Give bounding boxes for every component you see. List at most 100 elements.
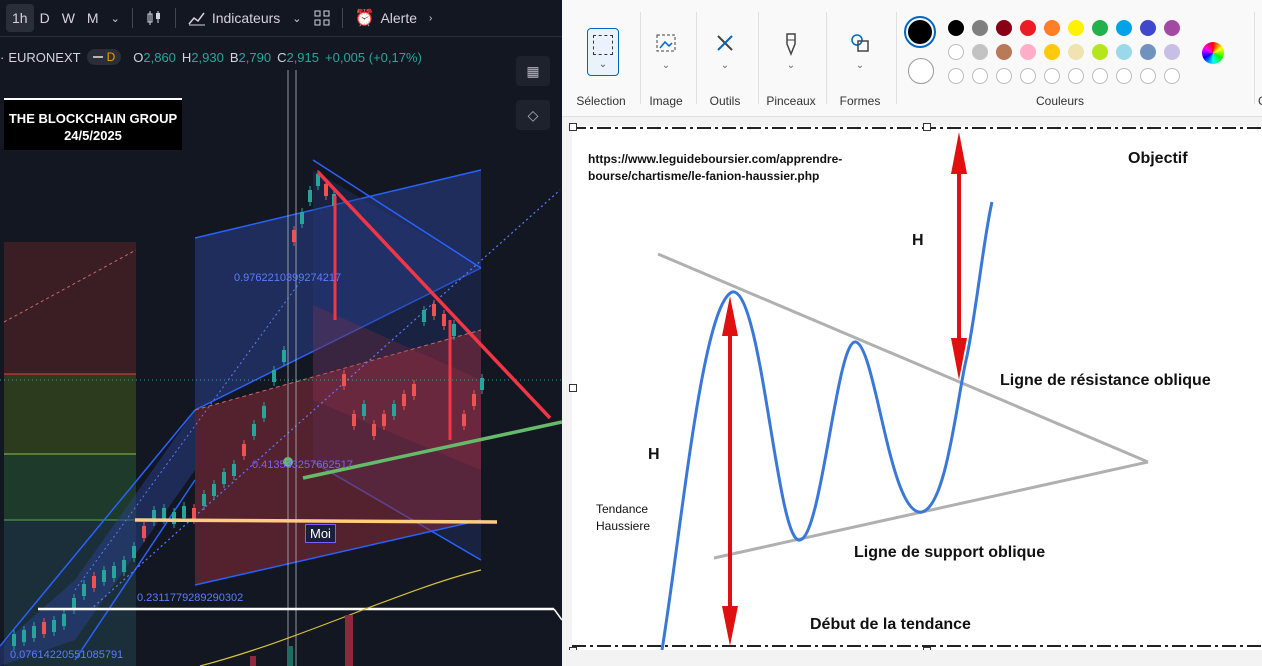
- toolbar-divider: [341, 8, 343, 28]
- object-tree-icon[interactable]: ▦: [516, 56, 550, 86]
- color-swatch[interactable]: [1020, 20, 1036, 36]
- custom-color-slot[interactable]: [972, 68, 988, 84]
- brushes-label: Pinceaux: [766, 94, 816, 108]
- banner-date: 24/5/2025: [64, 128, 122, 143]
- chevron-down-icon[interactable]: ⌄: [286, 4, 307, 32]
- group-brushes[interactable]: ⌄ Pinceaux: [762, 10, 820, 110]
- group-image[interactable]: ⌄ Image: [642, 10, 690, 110]
- color-swatch[interactable]: [1164, 20, 1180, 36]
- brush-icon[interactable]: [781, 32, 801, 62]
- ribbon-more-label: C: [1258, 94, 1262, 108]
- color-swatch[interactable]: [1164, 44, 1180, 60]
- color-swatch[interactable]: [1140, 20, 1156, 36]
- selection-icon[interactable]: ⌄: [587, 28, 619, 76]
- candle-body: [324, 184, 328, 196]
- candle-body: [372, 424, 376, 436]
- candle-body: [252, 424, 256, 436]
- custom-color-slot[interactable]: [1164, 68, 1180, 84]
- resize-handle[interactable]: [569, 123, 577, 131]
- secondary-color[interactable]: [908, 58, 934, 84]
- drawing-tool-icon[interactable]: ◇: [516, 100, 550, 130]
- tradingview-panel: 0.9762210399274217 0.413533257662517 0.2…: [0, 0, 562, 666]
- image-icon[interactable]: [655, 32, 677, 60]
- indicators-button[interactable]: Indicateurs: [182, 4, 286, 32]
- candle-body: [92, 576, 96, 588]
- fib-label-4: 0.07614220551085791: [10, 649, 123, 661]
- fib-zone-green: [4, 454, 136, 520]
- ribbon-divider: [896, 12, 897, 104]
- candle-body: [412, 384, 416, 396]
- candle-body: [112, 566, 116, 578]
- banner-title: THE BLOCKCHAIN GROUP: [8, 111, 178, 126]
- chevron-down-icon[interactable]: ⌄: [662, 60, 670, 71]
- color-swatch[interactable]: [996, 44, 1012, 60]
- candle-body: [12, 634, 16, 646]
- custom-color-slot[interactable]: [948, 68, 964, 84]
- candle-body: [142, 526, 146, 538]
- custom-color-slot[interactable]: [1044, 68, 1060, 84]
- exchange-label[interactable]: EURONEXT: [8, 50, 80, 65]
- fib-zone-red: [4, 242, 136, 374]
- interval-w[interactable]: W: [56, 4, 81, 32]
- selection-label: Sélection: [576, 94, 626, 108]
- layout-grid-icon[interactable]: [308, 4, 336, 32]
- group-tools[interactable]: ⌄ Outils: [700, 10, 750, 110]
- candle-body: [432, 304, 436, 316]
- candle-body: [272, 370, 276, 382]
- color-swatch[interactable]: [996, 20, 1012, 36]
- interval-d[interactable]: D: [34, 4, 56, 32]
- candle-body: [52, 620, 56, 632]
- alarm-clock-icon: ⏰: [354, 10, 375, 27]
- color-swatch[interactable]: [1044, 44, 1060, 60]
- group-selection[interactable]: ⌄ Sélection: [566, 10, 636, 110]
- color-swatch[interactable]: [1140, 44, 1156, 60]
- color-swatch[interactable]: [1092, 44, 1108, 60]
- interval-1h[interactable]: 1h: [6, 4, 34, 32]
- candle-body: [402, 394, 406, 406]
- paint-canvas[interactable]: https://www.leguideboursier.com/apprendr…: [572, 126, 1262, 650]
- chevron-right-icon[interactable]: ›: [423, 4, 438, 32]
- alert-button[interactable]: ⏰ Alerte: [349, 4, 424, 32]
- candle-body: [202, 494, 206, 506]
- color-swatch[interactable]: [1068, 20, 1084, 36]
- price-wave: [660, 201, 994, 650]
- ribbon-divider: [758, 12, 759, 104]
- candle-body: [232, 464, 236, 476]
- custom-color-slot[interactable]: [996, 68, 1012, 84]
- color-swatch[interactable]: [1116, 44, 1132, 60]
- tools-icon[interactable]: [714, 32, 736, 60]
- custom-color-slot[interactable]: [1140, 68, 1156, 84]
- color-swatch[interactable]: [1116, 20, 1132, 36]
- custom-color-slot[interactable]: [1092, 68, 1108, 84]
- color-swatch[interactable]: [1044, 20, 1060, 36]
- color-swatch[interactable]: [972, 20, 988, 36]
- pill-indicator[interactable]: D: [86, 49, 122, 65]
- chevron-down-icon[interactable]: ⌄: [856, 60, 864, 71]
- ribbon-divider: [696, 12, 697, 104]
- custom-color-slot[interactable]: [1020, 68, 1036, 84]
- edit-colors-icon[interactable]: [1202, 42, 1224, 64]
- objectif-label: Objectif: [1128, 150, 1188, 167]
- resize-handle[interactable]: [569, 384, 577, 392]
- interval-m[interactable]: M: [81, 4, 105, 32]
- chevron-down-icon[interactable]: ⌄: [721, 60, 729, 71]
- group-colors: Couleurs: [900, 10, 1250, 110]
- color-swatch[interactable]: [1068, 44, 1084, 60]
- color-swatch[interactable]: [1020, 44, 1036, 60]
- chevron-down-icon[interactable]: ⌄: [787, 60, 795, 71]
- candle-body: [192, 508, 196, 520]
- color-swatch[interactable]: [948, 44, 964, 60]
- primary-color[interactable]: [904, 16, 936, 48]
- color-swatch[interactable]: [1092, 20, 1108, 36]
- candle-type-icon[interactable]: [139, 4, 169, 32]
- resize-handle[interactable]: [923, 123, 931, 131]
- color-swatch[interactable]: [972, 44, 988, 60]
- custom-color-slot[interactable]: [1116, 68, 1132, 84]
- custom-color-slot[interactable]: [1068, 68, 1084, 84]
- candle-body: [422, 310, 426, 322]
- close-value: 2,915: [286, 49, 320, 65]
- shapes-icon[interactable]: [849, 32, 871, 60]
- color-swatch[interactable]: [948, 20, 964, 36]
- moi-label[interactable]: Moi: [305, 524, 336, 543]
- chevron-down-icon[interactable]: ⌄: [105, 4, 126, 32]
